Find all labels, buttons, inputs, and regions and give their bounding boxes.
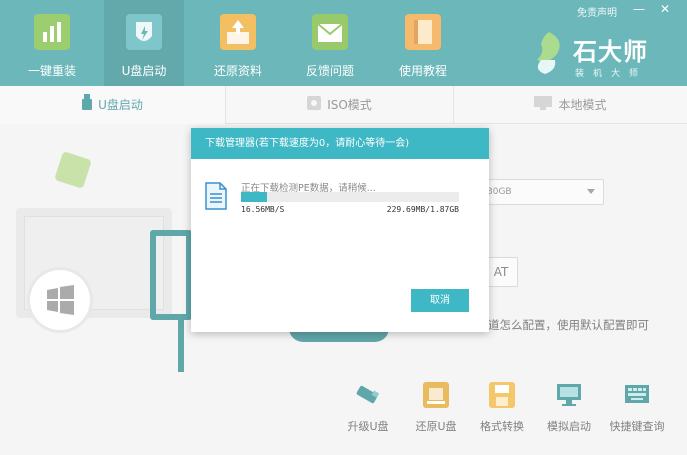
document-icon <box>205 182 227 210</box>
download-size: 229.69MB/1.87GB <box>386 205 459 214</box>
cancel-button[interactable]: 取消 <box>411 289 469 312</box>
download-manager-dialog: 下载管理器(若下载速度为0，请耐心等待一会) 正在下载检测PE数据，请稍候...… <box>191 128 489 332</box>
download-progress-bar <box>241 192 459 202</box>
dialog-title: 下载管理器(若下载速度为0，请耐心等待一会) <box>191 128 489 159</box>
download-speed: 16.56MB/S <box>241 205 285 214</box>
download-progress-fill <box>241 192 268 202</box>
